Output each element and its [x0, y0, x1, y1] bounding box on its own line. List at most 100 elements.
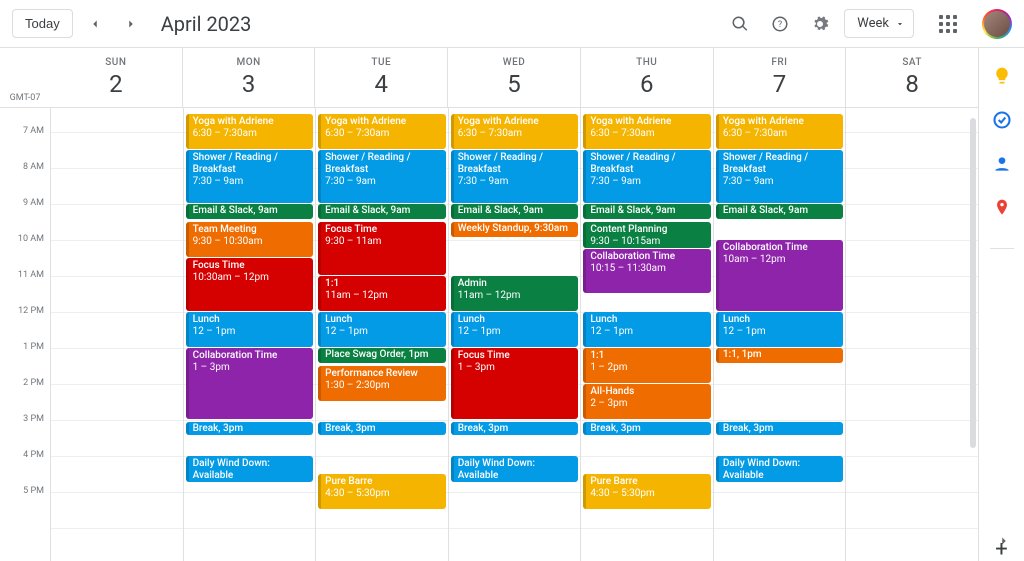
calendar-event[interactable]: Pure Barre4:30 – 5:30pm	[318, 474, 446, 509]
calendar-event[interactable]: Shower / Reading / Breakfast7:30 – 9am	[186, 150, 314, 203]
view-selector[interactable]: Week	[844, 9, 914, 38]
event-title: Daily Wind Down: Available	[458, 458, 575, 482]
search-button[interactable]	[724, 8, 756, 40]
event-title: Yoga with Adriene	[458, 116, 575, 128]
event-time: 1:30 – 2:30pm	[325, 380, 442, 392]
settings-button[interactable]	[804, 8, 836, 40]
calendar-event[interactable]: Yoga with Adriene6:30 – 7:30am	[318, 114, 446, 149]
calendar-event[interactable]: 1:111am – 12pm	[318, 276, 446, 311]
calendar-event[interactable]: 1:1, 1pm	[716, 348, 844, 363]
hour-label: 12 PM	[18, 306, 44, 316]
calendar-event[interactable]: Pure Barre4:30 – 5:30pm	[583, 474, 711, 509]
calendar-event[interactable]: Lunch12 – 1pm	[318, 312, 446, 347]
day-header[interactable]: WED5	[447, 48, 580, 107]
event-time: 6:30 – 7:30am	[193, 128, 310, 140]
scrollbar[interactable]	[968, 108, 978, 561]
event-time: 10am – 12pm	[723, 254, 840, 266]
calendar-event[interactable]: Email & Slack, 9am	[186, 204, 314, 219]
calendar-event[interactable]: Focus Time1 – 3pm	[451, 348, 579, 419]
calendar-event[interactable]: Focus Time9:30 – 11am	[318, 222, 446, 275]
hour-label: 3 PM	[23, 414, 44, 424]
day-header[interactable]: THU6	[580, 48, 713, 107]
day-header[interactable]: MON3	[182, 48, 315, 107]
event-time: 4:30 – 5:30pm	[590, 488, 707, 500]
day-header[interactable]: SAT8	[845, 48, 978, 107]
calendar-event[interactable]: All-Hands2 – 3pm	[583, 384, 711, 419]
show-side-panel-button[interactable]	[992, 529, 1016, 553]
google-apps-button[interactable]	[932, 8, 964, 40]
calendar-event[interactable]: Shower / Reading / Breakfast7:30 – 9am	[716, 150, 844, 203]
calendar-event[interactable]: Focus Time10:30am – 12pm	[186, 258, 314, 311]
day-column[interactable]: Yoga with Adriene6:30 – 7:30amShower / R…	[183, 108, 316, 561]
calendar-event[interactable]: Team Meeting9:30 – 10:30am	[186, 222, 314, 257]
calendar-event[interactable]: Daily Wind Down: Available4 – 4:45pm	[186, 456, 314, 482]
day-of-month: 4	[315, 70, 447, 98]
next-week-button[interactable]	[117, 10, 145, 38]
calendar-event[interactable]: Lunch12 – 1pm	[186, 312, 314, 347]
calendar-event[interactable]: 1:11 – 2pm	[583, 348, 711, 383]
event-time: 10:15 – 11:30am	[590, 263, 707, 275]
calendar-event[interactable]: Lunch12 – 1pm	[716, 312, 844, 347]
event-title: Email & Slack, 9am	[193, 205, 278, 216]
event-title: Collaboration Time	[723, 242, 840, 254]
calendar-event[interactable]: Shower / Reading / Breakfast7:30 – 9am	[318, 150, 446, 203]
maps-icon[interactable]	[992, 198, 1012, 218]
calendar-event[interactable]: Shower / Reading / Breakfast7:30 – 9am	[583, 150, 711, 203]
day-column[interactable]: Yoga with Adriene6:30 – 7:30amShower / R…	[315, 108, 448, 561]
day-column[interactable]: Yoga with Adriene6:30 – 7:30amShower / R…	[580, 108, 713, 561]
event-time: 11am – 12pm	[458, 290, 575, 302]
calendar-event[interactable]: Email & Slack, 9am	[716, 204, 844, 219]
day-column[interactable]: Yoga with Adriene6:30 – 7:30amShower / R…	[713, 108, 846, 561]
keep-icon[interactable]	[992, 66, 1012, 86]
contacts-icon[interactable]	[992, 154, 1012, 174]
event-title: Focus Time	[458, 350, 575, 362]
day-header[interactable]: TUE4	[314, 48, 447, 107]
event-title: Daily Wind Down: Available	[723, 458, 840, 482]
calendar-event[interactable]: Break, 3pm	[716, 422, 844, 435]
calendar-grid[interactable]: 7 AM8 AM9 AM10 AM11 AM12 PM1 PM2 PM3 PM4…	[0, 108, 978, 561]
calendar-event[interactable]: Email & Slack, 9am	[318, 204, 446, 219]
event-title: Team Meeting	[193, 224, 310, 236]
svg-text:?: ?	[778, 20, 782, 30]
calendar-event[interactable]: Content Planning9:30 – 10:15am	[583, 222, 711, 248]
calendar-event[interactable]: Daily Wind Down: Available4 – 4:45pm	[716, 456, 844, 482]
day-column[interactable]: Yoga with Adriene6:30 – 7:30amShower / R…	[448, 108, 581, 561]
calendar-event[interactable]: Lunch12 – 1pm	[451, 312, 579, 347]
calendar-event[interactable]: Yoga with Adriene6:30 – 7:30am	[451, 114, 579, 149]
calendar-event[interactable]: Weekly Standup, 9:30am	[451, 222, 579, 237]
calendar-event[interactable]: Collaboration Time10am – 12pm	[716, 240, 844, 311]
calendar-event[interactable]: Email & Slack, 9am	[451, 204, 579, 219]
calendar-event[interactable]: Break, 3pm	[583, 422, 711, 435]
calendar-event[interactable]: Daily Wind Down: Available4 – 4:45pm	[451, 456, 579, 482]
calendar-event[interactable]: Place Swag Order, 1pm	[318, 348, 446, 363]
today-button[interactable]: Today	[12, 9, 73, 38]
calendar-event[interactable]: Yoga with Adriene6:30 – 7:30am	[716, 114, 844, 149]
calendar-event[interactable]: Break, 3pm	[186, 422, 314, 435]
calendar-event[interactable]: Yoga with Adriene6:30 – 7:30am	[186, 114, 314, 149]
calendar-event[interactable]: Collaboration Time1 – 3pm	[186, 348, 314, 419]
tasks-icon[interactable]	[992, 110, 1012, 130]
prev-week-button[interactable]	[81, 10, 109, 38]
event-time: 6:30 – 7:30am	[458, 128, 575, 140]
calendar-event[interactable]: Lunch12 – 1pm	[583, 312, 711, 347]
calendar-event[interactable]: Yoga with Adriene6:30 – 7:30am	[583, 114, 711, 149]
calendar-event[interactable]: Admin11am – 12pm	[451, 276, 579, 311]
event-time: 7:30 – 9am	[325, 176, 442, 188]
calendar-event[interactable]: Email & Slack, 9am	[583, 204, 711, 219]
help-button[interactable]: ?	[764, 8, 796, 40]
event-time: 9:30 – 10:30am	[193, 236, 310, 248]
hour-label: 2 PM	[23, 378, 44, 388]
account-avatar[interactable]	[982, 9, 1012, 39]
hour-label: 4 PM	[23, 450, 44, 460]
calendar-event[interactable]: Shower / Reading / Breakfast7:30 – 9am	[451, 150, 579, 203]
caret-down-icon	[895, 19, 905, 29]
calendar-event[interactable]: Performance Review1:30 – 2:30pm	[318, 366, 446, 401]
day-column[interactable]	[50, 108, 183, 561]
day-header[interactable]: FRI7	[713, 48, 846, 107]
calendar-event[interactable]: Collaboration Time10:15 – 11:30am	[583, 249, 711, 293]
day-column[interactable]	[845, 108, 978, 561]
day-header[interactable]: SUN2	[50, 48, 182, 107]
calendar-event[interactable]: Break, 3pm	[451, 422, 579, 435]
event-title: Break, 3pm	[325, 423, 375, 434]
calendar-event[interactable]: Break, 3pm	[318, 422, 446, 435]
